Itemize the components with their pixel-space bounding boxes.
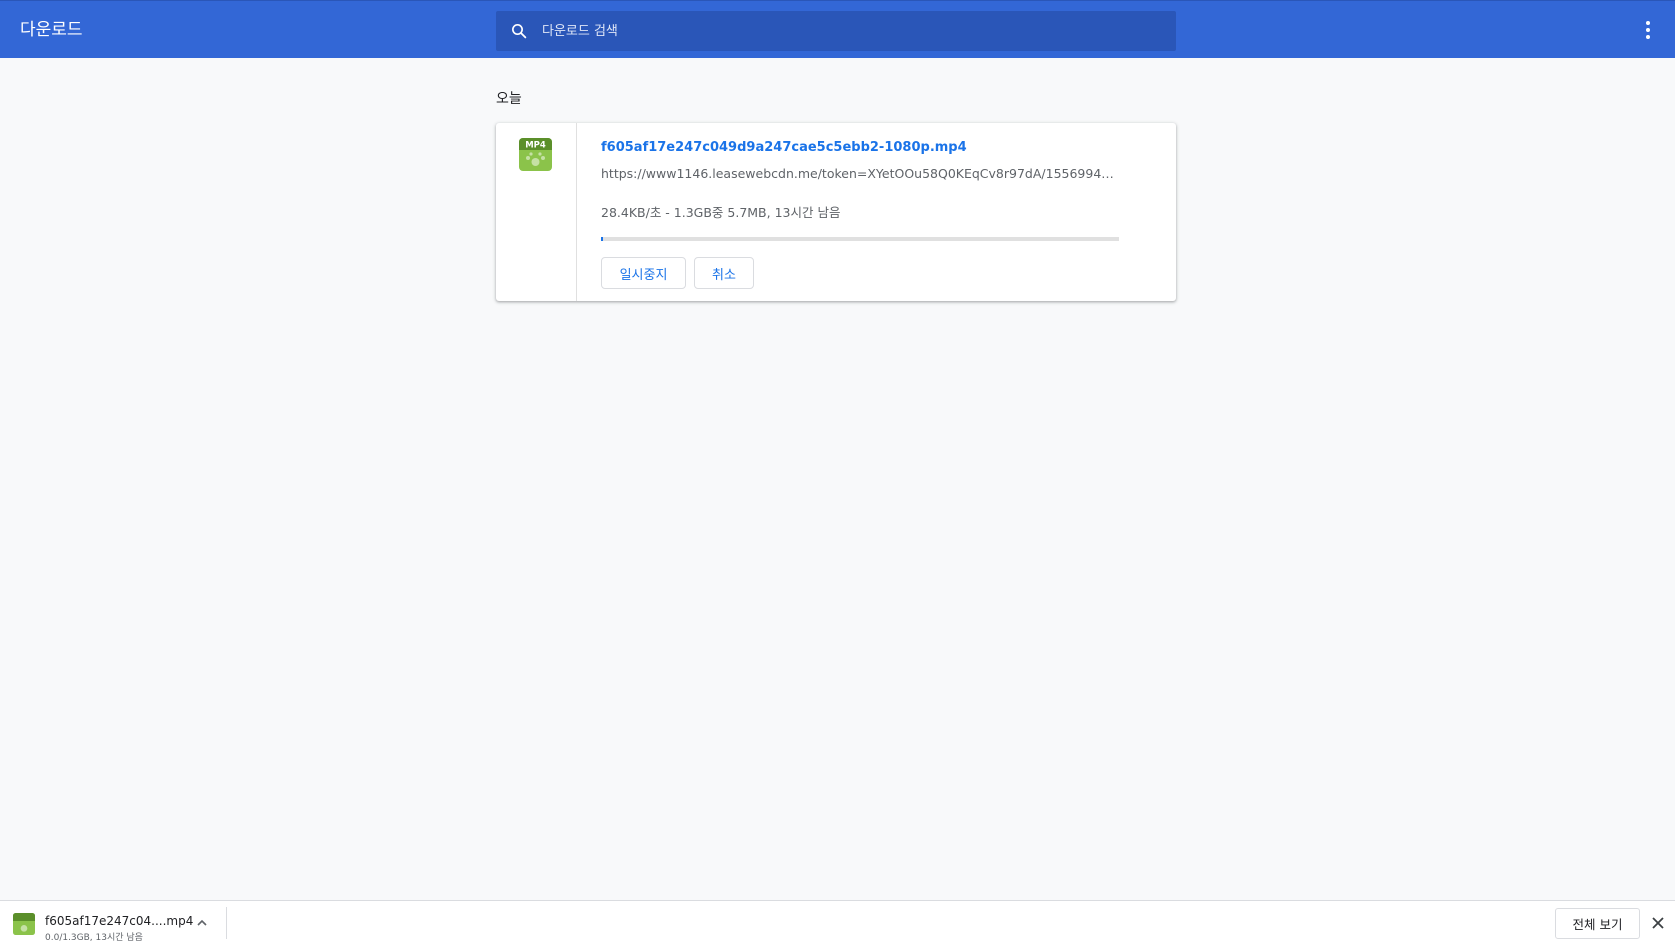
menu-dot <box>1646 28 1650 32</box>
shelf-divider <box>226 907 227 939</box>
download-progress-fill <box>601 237 604 241</box>
date-section-label: 오늘 <box>496 91 522 107</box>
more-vert-icon[interactable] <box>1636 18 1660 42</box>
pause-button[interactable]: 일시중지 <box>601 257 686 289</box>
download-shelf: f605af17e247c04....mp4 0.0/1.3GB, 13시간 남… <box>0 900 1675 943</box>
menu-dot <box>1646 21 1650 25</box>
cancel-button[interactable]: 취소 <box>694 257 754 289</box>
download-progress-bar <box>601 237 1119 241</box>
shelf-file-name: f605af17e247c04....mp4 <box>45 914 194 928</box>
file-icon-column: MP4 <box>496 123 577 301</box>
page-title: 다운로드 <box>20 20 83 40</box>
download-card: MP4 f605af17e247c049d9a247cae5c5ebb2-108… <box>496 123 1176 301</box>
menu-dot <box>1646 35 1650 39</box>
toolbar: 다운로드 <box>0 0 1675 58</box>
download-status: 28.4KB/초 - 1.3GB중 5.7MB, 13시간 남음 <box>601 205 841 220</box>
search-input[interactable] <box>542 11 1142 51</box>
file-name-link[interactable]: f605af17e247c049d9a247cae5c5ebb2-1080p.m… <box>601 140 967 155</box>
search-icon <box>512 24 527 39</box>
search-box[interactable] <box>496 11 1176 51</box>
file-type-label: MP4 <box>525 141 546 151</box>
chevron-up-icon[interactable] <box>196 917 208 929</box>
mp4-file-icon: MP4 <box>519 138 552 171</box>
file-url[interactable]: https://www1146.leasewebcdn.me/token=XYe… <box>601 166 1121 181</box>
mp4-file-icon <box>13 913 35 935</box>
shelf-download-item[interactable]: f605af17e247c04....mp4 0.0/1.3GB, 13시간 남… <box>0 901 226 943</box>
shelf-file-status: 0.0/1.3GB, 13시간 남음 <box>45 933 143 943</box>
close-icon[interactable] <box>1651 916 1665 930</box>
show-all-button[interactable]: 전체 보기 <box>1555 908 1640 939</box>
